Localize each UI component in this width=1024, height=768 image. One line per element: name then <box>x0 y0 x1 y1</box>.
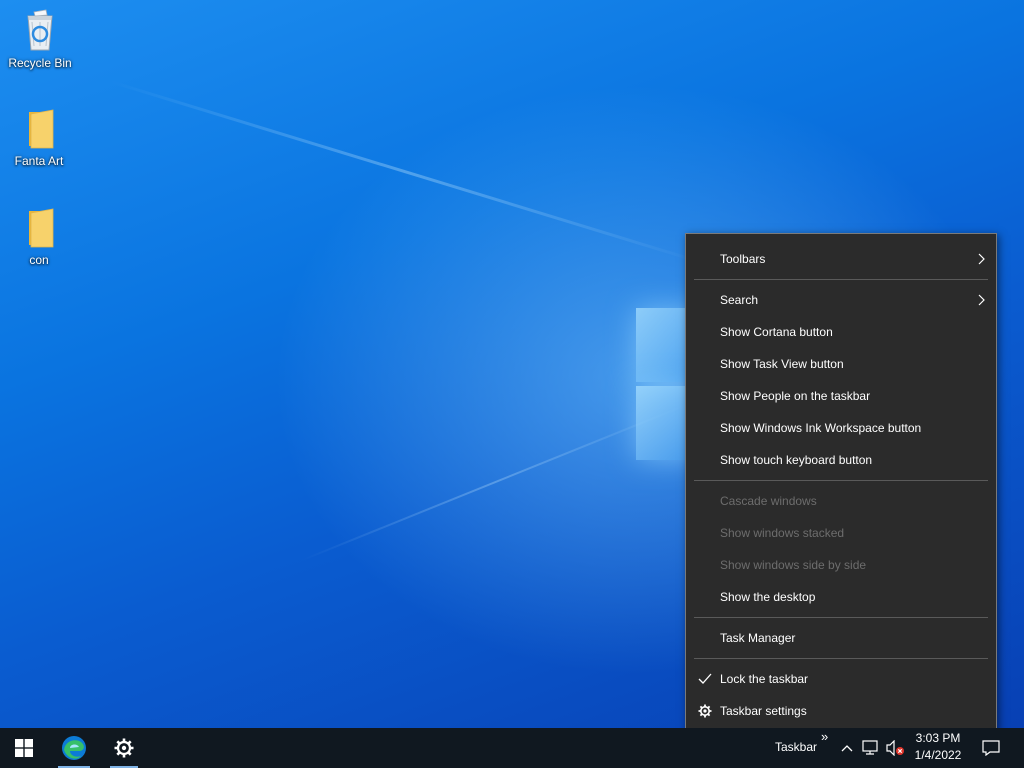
menu-item-show-cortana-button[interactable]: Show Cortana button <box>686 316 996 348</box>
menu-item-show-task-view-button[interactable]: Show Task View button <box>686 348 996 380</box>
network-icon <box>862 740 878 755</box>
menu-item-label: Search <box>720 293 759 307</box>
menu-item-label: Cascade windows <box>720 494 817 508</box>
taskbar-toolbar-label[interactable]: Taskbar <box>775 740 817 754</box>
menu-item-label: Show Windows Ink Workspace button <box>720 421 922 435</box>
clock-date: 1/4/2022 <box>914 748 962 762</box>
menu-item-label: Show People on the taskbar <box>720 389 871 403</box>
menu-item-show-desktop[interactable]: Show the desktop <box>686 581 996 613</box>
taskbar[interactable]: Taskbar » 3:03 PM 1/4/2022 <box>0 728 1024 768</box>
desktop-icon-label: Fanta Art <box>14 154 64 168</box>
checkmark-icon <box>698 673 712 684</box>
menu-item-show-people[interactable]: Show People on the taskbar <box>686 380 996 412</box>
menu-separator <box>694 279 988 280</box>
chevron-right-icon <box>978 253 985 265</box>
menu-item-label: Lock the taskbar <box>720 672 809 686</box>
taskbar-app-edge[interactable] <box>52 728 96 768</box>
menu-item-label: Show windows stacked <box>720 526 845 540</box>
menu-item-label: Taskbar settings <box>720 704 807 718</box>
menu-item-task-manager[interactable]: Task Manager <box>686 622 996 654</box>
menu-item-label: Toolbars <box>720 252 766 266</box>
menu-item-lock-taskbar[interactable]: Lock the taskbar <box>686 663 996 695</box>
volume-button[interactable] <box>884 728 906 768</box>
menu-item-label: Show Cortana button <box>720 325 833 339</box>
chevron-right-icon <box>978 294 985 306</box>
menu-item-label: Task Manager <box>720 631 796 645</box>
menu-item-show-windows-side-by-side: Show windows side by side <box>686 549 996 581</box>
edge-icon <box>62 736 86 760</box>
desktop-icon-label: Recycle Bin <box>8 56 72 70</box>
folder-icon <box>29 208 54 248</box>
taskbar-context-menu: Toolbars Search Show Cortana button Show… <box>685 233 997 734</box>
clock-time: 3:03 PM <box>915 731 961 745</box>
menu-item-show-touch-keyboard[interactable]: Show touch keyboard button <box>686 444 996 476</box>
wallpaper-light-beam <box>299 402 690 562</box>
menu-item-taskbar-settings[interactable]: Taskbar settings <box>686 695 996 727</box>
speaker-muted-icon <box>886 740 904 756</box>
menu-item-label: Show touch keyboard button <box>720 453 873 467</box>
desktop-icon-label: con <box>29 253 49 267</box>
menu-item-label: Show windows side by side <box>720 558 867 572</box>
wallpaper-light-beam <box>109 80 704 265</box>
menu-item-search[interactable]: Search <box>686 284 996 316</box>
show-hidden-icons-button[interactable] <box>838 728 856 768</box>
gear-icon <box>698 704 712 718</box>
menu-item-cascade-windows: Cascade windows <box>686 485 996 517</box>
folder-icon <box>29 109 54 149</box>
notification-icon <box>982 740 1000 756</box>
start-button[interactable] <box>0 728 48 768</box>
taskbar-app-settings[interactable] <box>104 728 144 768</box>
menu-item-show-windows-stacked: Show windows stacked <box>686 517 996 549</box>
menu-item-label: Show the desktop <box>720 590 816 604</box>
menu-item-toolbars[interactable]: Toolbars <box>686 243 996 275</box>
taskbar-clock[interactable]: 3:03 PM 1/4/2022 <box>904 730 972 766</box>
menu-item-show-windows-ink[interactable]: Show Windows Ink Workspace button <box>686 412 996 444</box>
menu-item-label: Show Task View button <box>720 357 844 371</box>
windows-start-icon <box>15 739 33 757</box>
toolbar-overflow-chevron[interactable]: » <box>821 729 828 744</box>
chevron-up-icon <box>841 745 853 752</box>
desktop-icon-con[interactable]: con <box>0 207 79 267</box>
gear-icon <box>114 738 134 758</box>
action-center-button[interactable] <box>978 728 1004 768</box>
menu-separator <box>694 617 988 618</box>
menu-separator <box>694 480 988 481</box>
recycle-bin-icon <box>27 9 53 51</box>
menu-separator <box>694 658 988 659</box>
network-button[interactable] <box>860 728 882 768</box>
desktop-icon-fanta-art[interactable]: Fanta Art <box>0 108 79 168</box>
desktop-icon-recycle-bin[interactable]: Recycle Bin <box>0 8 80 70</box>
